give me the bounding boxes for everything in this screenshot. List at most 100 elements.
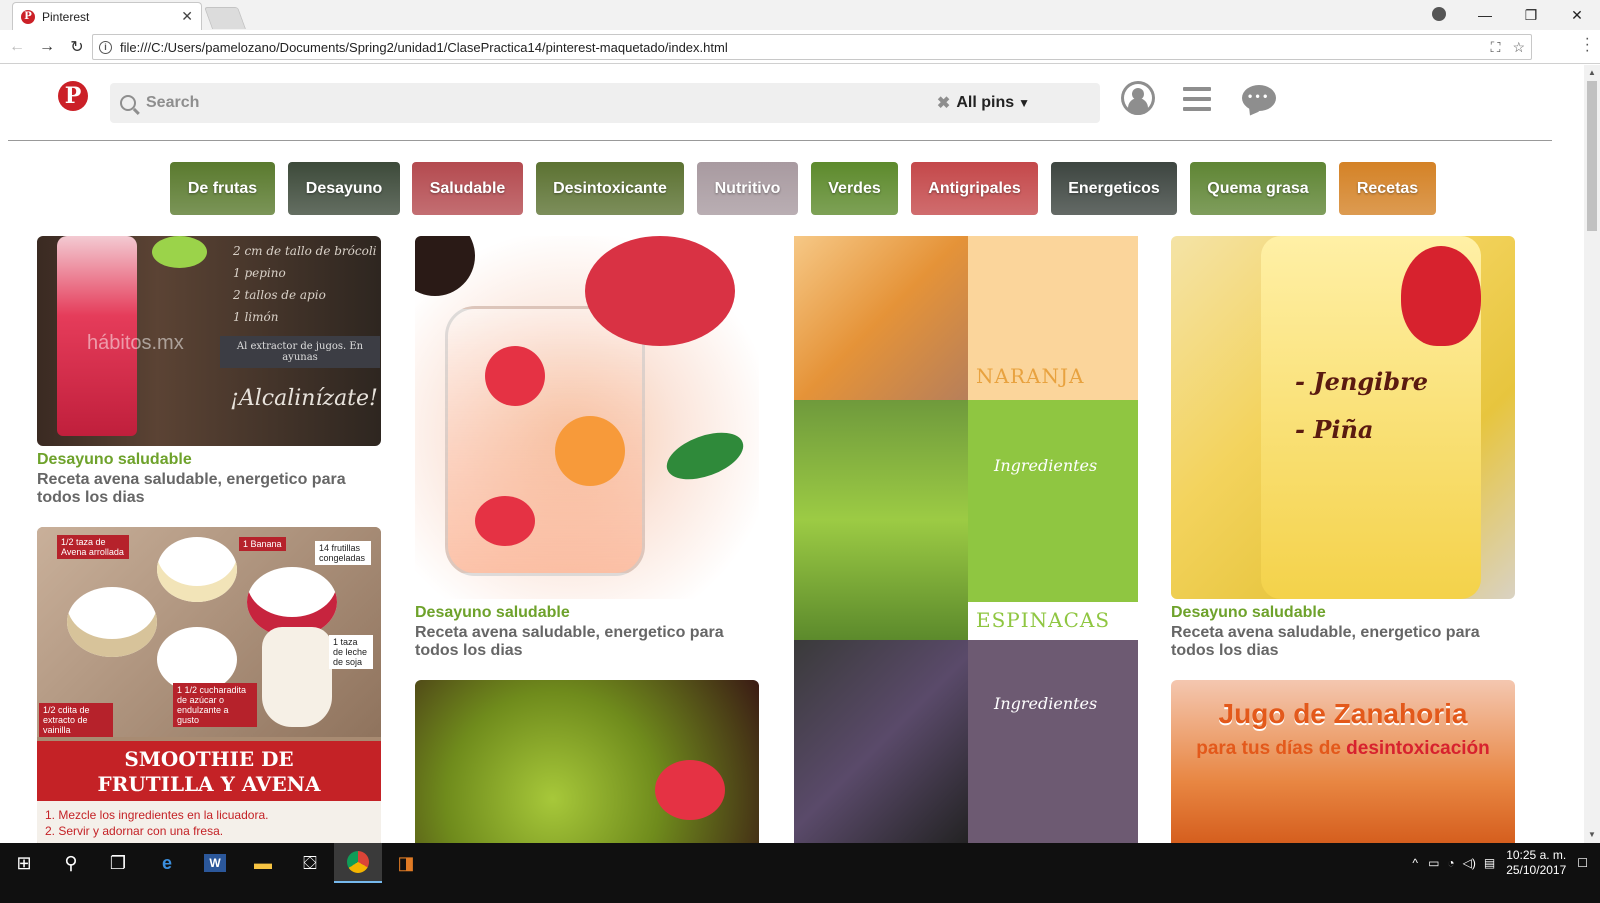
pinterest-header: P ✖ All pins ▼ [8, 65, 1552, 141]
jengibre-pina-text: - Jengibre - Piña [1295, 367, 1428, 444]
category-desayuno[interactable]: Desayuno [288, 162, 400, 215]
pin-title[interactable]: Desayuno saludable [415, 604, 570, 622]
pin-description: Receta avena saludable, energetico para … [1171, 624, 1480, 659]
star-icon[interactable]: ☆ [1512, 39, 1525, 56]
habitos-watermark: hábitos.mx [87, 332, 184, 354]
clock-date: 25/10/2017 [1506, 863, 1567, 877]
url-text[interactable]: file:///C:/Users/pamelozano/Documents/Sp… [120, 40, 1491, 55]
search-taskbar-icon[interactable]: ⚲ [47, 843, 95, 883]
all-pins-dropdown[interactable]: All pins ▼ [956, 94, 1030, 112]
reload-icon[interactable]: ↻ [64, 37, 90, 57]
label-banana: 1 Banana [239, 537, 286, 551]
search-bar: ✖ All pins ▼ [110, 83, 1100, 123]
page-scrollbar[interactable]: ▲ ▼ [1584, 65, 1600, 843]
user-icon[interactable] [1121, 81, 1155, 115]
pin-title[interactable]: Desayuno saludable [37, 451, 192, 469]
close-window-button[interactable]: ✕ [1554, 7, 1600, 24]
pin-image-jengibre-pina[interactable]: - Jengibre - Piña [1171, 236, 1515, 599]
page-viewport: P ✖ All pins ▼ De frutas Desayuno Saluda… [0, 65, 1552, 843]
pin-image-green-juice[interactable] [415, 680, 759, 843]
clear-icon[interactable]: ✖ [937, 93, 950, 113]
pin-description: Receta avena saludable, energetico para … [37, 471, 346, 506]
system-tray: ^ ▭ ◔ ◁) ▤ 10:25 a. m. 25/10/2017 ☐ [1412, 843, 1600, 883]
label-azucar: 1 1/2 cucharadita de azúcar o endulzante… [173, 683, 257, 727]
category-recetas[interactable]: Recetas [1339, 162, 1436, 215]
forward-icon[interactable]: → [34, 38, 60, 56]
restore-button[interactable]: ❐ [1508, 7, 1554, 24]
hamburger-menu-icon[interactable] [1183, 87, 1217, 121]
chevron-down-icon: ▼ [1018, 96, 1030, 110]
scroll-down-icon[interactable]: ▼ [1584, 827, 1600, 843]
browser-tab[interactable]: P Pinterest ✕ [12, 2, 202, 30]
alcalinizate-text: ¡Alcalinízate! [230, 386, 378, 411]
file-explorer-icon[interactable]: ▬ [239, 843, 287, 883]
search-input[interactable] [146, 94, 937, 112]
category-de-frutas[interactable]: De frutas [170, 162, 275, 215]
ingredient-list: 2 cm de tallo de brócoli 1 pepino 2 tallos… [233, 244, 377, 324]
label-frutillas: 14 frutillas congeladas [315, 541, 371, 565]
info-box: Al extractor de jugos. En ayunas [220, 336, 380, 368]
pin-description: Receta avena saludable, energetico para … [415, 624, 724, 659]
label-avena: 1/2 taza de Avena arrollada [57, 535, 129, 559]
category-nutritivo[interactable]: Nutritivo [697, 162, 798, 215]
window-controls: — ❐ ✕ [1416, 0, 1600, 30]
jugo-zanahoria-heading: Jugo de Zanahoria [1218, 698, 1468, 729]
address-bar[interactable]: i file:///C:/Users/pamelozano/Documents/… [92, 34, 1532, 60]
translate-icon[interactable]: ⛶ [1491, 39, 1501, 56]
keyboard-icon[interactable]: ▤ [1484, 856, 1495, 870]
label-vainilla: 1/2 cdita de extracto de vainilla [39, 703, 113, 737]
pin-image-smoothie-frutilla[interactable]: 1/2 taza de Avena arrollada 1 Banana 14 … [37, 527, 381, 843]
tab-title: Pinterest [42, 9, 90, 24]
scroll-thumb[interactable] [1587, 81, 1597, 231]
jugo-zanahoria-sub: para tus días de desintoxicación [1196, 738, 1490, 759]
menu-dots-icon[interactable]: · · · [1585, 31, 1590, 59]
minimize-button[interactable]: — [1462, 7, 1508, 23]
ingredientes-label-2: Ingredientes [994, 694, 1098, 713]
label-leche: 1 taza de leche de soja [329, 635, 373, 669]
pinterest-favicon: P [21, 9, 35, 24]
ingredientes-label: Ingredientes [994, 456, 1098, 475]
sublime-icon[interactable]: ◨ [382, 843, 430, 883]
clock[interactable]: 10:25 a. m. 25/10/2017 [1501, 848, 1571, 878]
pin-image-smoothie-collage[interactable]: NARANJA Ingredientes ESPINACAS Ingredien… [794, 236, 1138, 843]
pin-image-alcalinizate[interactable]: 2 cm de tallo de brócoli 1 pepino 2 tallos… [37, 236, 381, 446]
category-antigripales[interactable]: Antigripales [911, 162, 1038, 215]
pin-image-infused-water[interactable] [415, 236, 759, 599]
search-icon[interactable] [120, 95, 136, 111]
browser-toolbar: ← → ↻ i file:///C:/Users/pamelozano/Docu… [0, 30, 1600, 64]
battery-icon[interactable]: ▭ [1428, 856, 1439, 870]
edge-icon[interactable]: e [143, 843, 191, 883]
category-desintoxicante[interactable]: Desintoxicante [536, 162, 684, 215]
store-icon[interactable]: ⛋ [286, 843, 334, 883]
windows-start-icon[interactable]: ⊞ [0, 843, 48, 883]
profile-icon[interactable] [1416, 6, 1462, 24]
smoothie-heading: SMOOTHIE DE FRUTILLA Y AVENA [37, 741, 381, 801]
wifi-icon[interactable]: ◔ [1447, 856, 1454, 870]
scroll-up-icon[interactable]: ▲ [1584, 65, 1600, 81]
info-icon[interactable]: i [99, 40, 112, 54]
pin-title[interactable]: Desayuno saludable [1171, 604, 1326, 622]
word-icon[interactable]: W [191, 843, 239, 883]
new-tab-button[interactable] [203, 7, 247, 29]
pin-image-jugo-zanahoria[interactable]: Jugo de Zanahoria para tus días de desin… [1171, 680, 1515, 843]
category-verdes[interactable]: Verdes [811, 162, 898, 215]
volume-icon[interactable]: ◁) [1463, 856, 1476, 870]
back-icon[interactable]: ← [4, 38, 30, 56]
category-quema-grasa[interactable]: Quema grasa [1190, 162, 1326, 215]
tab-close-icon[interactable]: ✕ [181, 8, 193, 25]
clock-time: 10:25 a. m. [1506, 848, 1567, 862]
category-saludable[interactable]: Saludable [412, 162, 523, 215]
windows-taskbar: ⊞ ⚲ ❐ e W ▬ ⛋ ◨ ^ ▭ ◔ ◁) ▤ 10:25 a. m. 2… [0, 843, 1600, 903]
browser-titlebar: P Pinterest ✕ — ❐ ✕ [0, 0, 1600, 30]
naranja-label: NARANJA [976, 364, 1085, 388]
smoothie-steps: 1. Mezcle los ingredientes en la licuado… [37, 801, 381, 843]
all-pins-label: All pins [956, 94, 1015, 111]
chrome-icon[interactable] [334, 843, 382, 883]
pinterest-logo[interactable]: P [58, 81, 88, 111]
task-view-icon[interactable]: ❐ [94, 843, 142, 883]
notifications-icon[interactable]: ☐ [1577, 856, 1588, 870]
category-energeticos[interactable]: Energeticos [1051, 162, 1177, 215]
chat-icon[interactable] [1242, 85, 1276, 111]
espinacas-label: ESPINACAS [976, 608, 1111, 632]
tray-chevron-icon[interactable]: ^ [1412, 856, 1418, 870]
